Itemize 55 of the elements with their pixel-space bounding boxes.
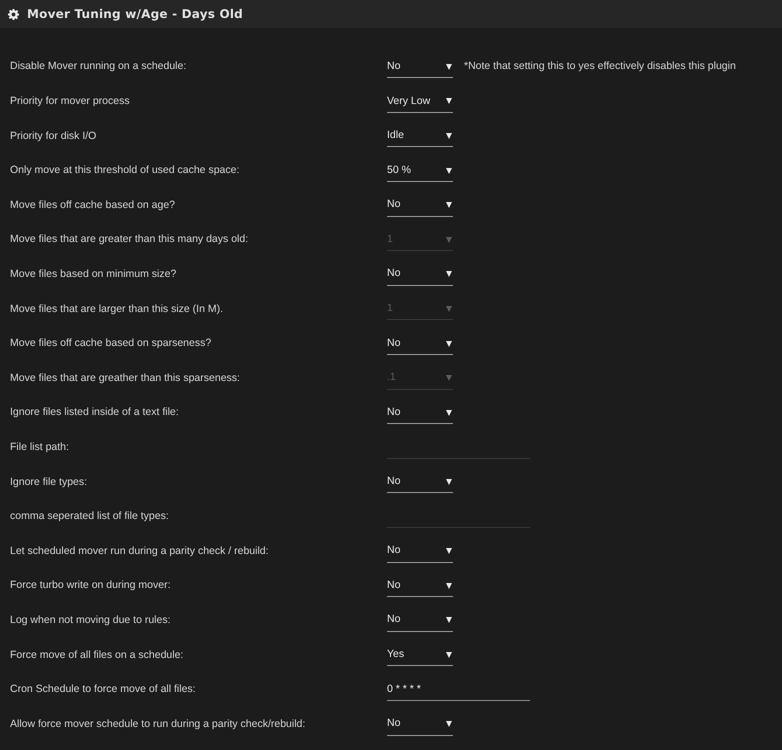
dropdown[interactable]: No [387, 56, 453, 78]
setting-label: Move files off cache based on sparseness? [10, 336, 212, 352]
caret-icon [446, 375, 452, 382]
setting-label: Ignore files listed inside of a text file: [10, 405, 179, 420]
setting-label: Ignore file types: [10, 474, 88, 490]
setting-label: Let scheduled mover run during a parity check / rebuild: [10, 544, 269, 559]
caret-icon [446, 132, 452, 139]
setting-label: Move files based on minimum size? [10, 266, 176, 282]
dropdown[interactable]: Idle [387, 125, 453, 148]
setting-label: Move files that are greater than this many days old: [10, 232, 248, 248]
setting-label: Disable Mover running on a schedule: [10, 59, 186, 74]
dropdown[interactable]: No [387, 575, 453, 598]
text-field[interactable]: 0 * * * * [387, 678, 530, 701]
caret-icon [446, 340, 452, 347]
caret-icon [446, 306, 452, 312]
setting-label: Move files that are larger than this size (In M). [10, 302, 223, 317]
dropdown[interactable]: No [387, 714, 453, 736]
note-text: *Note that setting this to yes effectively disables this plugin [464, 59, 736, 74]
caret-icon [446, 236, 452, 243]
setting-label: File list path: [10, 440, 69, 455]
dropdown[interactable]: No [387, 471, 453, 494]
caret-icon [446, 271, 452, 278]
setting-label: Log when not moving due to rules: [10, 612, 171, 628]
caret-icon [446, 202, 452, 208]
dropdown[interactable]: No [387, 402, 453, 424]
caret-icon [446, 168, 452, 174]
caret-icon [446, 617, 452, 624]
dropdown[interactable]: No [387, 610, 453, 632]
setting-label: Move files that are greather than this sparseness: [10, 370, 240, 386]
caret-icon [446, 98, 452, 104]
setting-label: Force move of all files on a schedule: [10, 648, 184, 663]
caret-icon [446, 548, 452, 554]
dropdown[interactable]: 50 % [387, 160, 453, 182]
caret-icon [446, 64, 452, 70]
dropdown[interactable]: Yes [387, 644, 453, 666]
caret-icon [446, 478, 452, 485]
setting-label: Only move at this threshold of used cache space: [10, 163, 240, 178]
setting-label: comma seperated list of file types: [10, 509, 169, 524]
dropdown[interactable]: Very Low [387, 90, 453, 113]
caret-icon [446, 582, 452, 589]
caret-icon [446, 652, 452, 658]
setting-label: Force turbo write on during mover: [10, 578, 170, 594]
setting-label: Allow force mover schedule to run during a parity check/rebuild: [10, 716, 306, 732]
dropdown[interactable]: No [387, 264, 453, 286]
setting-label: Priority for disk I/O [10, 128, 96, 144]
setting-label: Cron Schedule to force move of all files: [10, 682, 196, 698]
dropdown[interactable]: No [387, 194, 453, 217]
caret-icon [446, 721, 452, 728]
gear-icon [8, 8, 19, 20]
setting-label: Move files off cache based on age? [10, 198, 176, 213]
dropdown[interactable]: No [387, 333, 453, 356]
caret-icon [446, 410, 452, 416]
dropdown[interactable]: No [387, 540, 453, 563]
setting-label: Priority for mover process [10, 94, 130, 110]
panel-title: Mover Tuning w/Age - Days Old [27, 6, 243, 23]
